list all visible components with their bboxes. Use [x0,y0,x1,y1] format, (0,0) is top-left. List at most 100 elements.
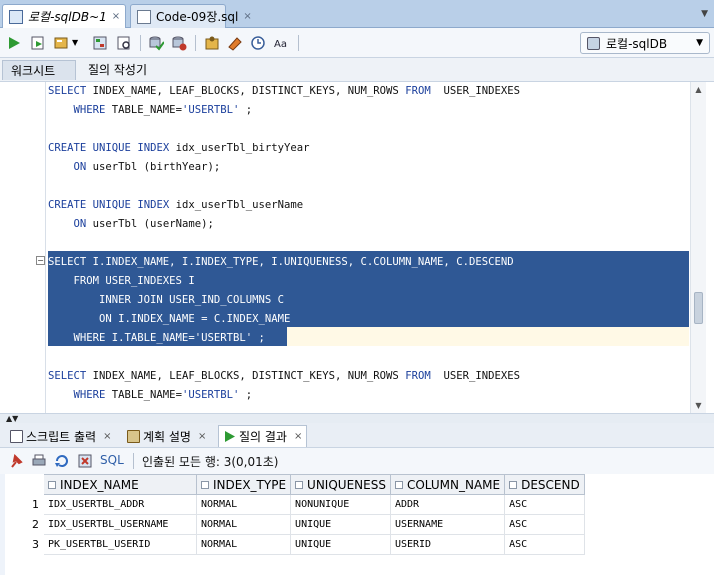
print-icon[interactable] [31,453,47,469]
run-statement-icon [225,431,235,442]
worksheet-toolbar: ▼ Aa 로컬-sqlDB ▼ [0,28,714,58]
dropdown-arrow-icon[interactable]: ▼ [72,38,78,47]
code-line[interactable]: SELECT INDEX_NAME, LEAF_BLOCKS, DISTINCT… [48,367,520,386]
close-icon[interactable]: × [243,11,251,22]
to-upper-lower-case-icon[interactable]: Aa [273,35,289,51]
tab-list-dropdown-icon[interactable]: ▼ [701,9,708,19]
commit-icon[interactable] [148,35,164,51]
cell-column-name[interactable]: USERID [389,534,506,555]
column-header-label: COLUMN_NAME [406,477,501,492]
code-line[interactable]: CREATE UNIQUE INDEX idx_userTbl_userName [48,196,303,215]
table-row[interactable]: 3 PK_USERTBL_USERID NORMAL UNIQUE USERID… [5,534,585,555]
explain-plan-icon [127,429,140,443]
table-row[interactable]: 1 IDX_USERTBL_ADDR NORMAL NONUNIQUE ADDR… [5,494,585,515]
database-icon [587,36,600,50]
sql-tuning-icon[interactable] [116,35,132,51]
tab-query-builder[interactable]: 질의 작성기 [80,60,155,80]
cell-column-name[interactable]: ADDR [389,494,506,515]
unshared-sql-icon[interactable] [204,35,220,51]
sql-worksheet-icon [9,9,23,24]
row-number: 2 [5,514,44,535]
code-line[interactable]: ON userTbl (userName); [48,215,214,234]
code-line[interactable]: CREATE UNIQUE INDEX idx_userTbl_birtyYea… [48,139,310,158]
scroll-up-icon[interactable]: ▲ [693,84,704,95]
close-icon[interactable]: × [103,431,111,442]
table-row[interactable]: 2 IDX_USERTBL_USERNAME NORMAL UNIQUE USE… [5,514,585,535]
column-header-index-type[interactable]: INDEX_TYPE [195,474,292,495]
autotrace-icon[interactable] [53,35,69,51]
tab-label: 계획 설명 [143,429,191,444]
cell-descend[interactable]: ASC [504,494,585,515]
column-header-uniqueness[interactable]: UNIQUENESS [290,474,391,495]
code-line[interactable]: ON userTbl (birthYear); [48,158,221,177]
cell-descend[interactable]: ASC [504,534,585,555]
column-header-column-name[interactable]: COLUMN_NAME [389,474,506,495]
scrollbar-thumb[interactable] [694,292,703,324]
column-header-index-name[interactable]: INDEX_NAME [43,474,197,495]
editor-mode-tabs: 워크시트 질의 작성기 [0,58,714,82]
code-line[interactable]: WHERE I.TABLE_NAME='USERTBL' ; [48,329,265,348]
cell-index-type[interactable]: NORMAL [195,494,292,515]
pin-icon[interactable] [8,453,24,469]
code-line[interactable]: SELECT I.INDEX_NAME, I.INDEX_TYPE, I.UNI… [48,253,514,272]
tab-query-result[interactable]: 질의 결과 × [218,425,308,447]
column-sort-icon [295,480,304,489]
row-number-header [5,474,44,495]
close-icon[interactable]: × [294,431,302,442]
code-line[interactable]: FROM USER_INDEXES I [48,272,195,291]
code-line[interactable]: WHERE TABLE_NAME='USERTBL' ; [48,101,253,120]
cell-index-type[interactable]: NORMAL [195,514,292,535]
row-number: 3 [5,534,44,555]
sql-history-icon[interactable] [250,35,266,51]
svg-text:Aa: Aa [274,39,287,50]
sql-link[interactable]: SQL [100,453,124,467]
cell-index-name[interactable]: IDX_USERTBL_ADDR [43,494,197,515]
column-header-descend[interactable]: DESCEND [504,474,585,495]
tab-code-09-sql[interactable]: Code-09장.sql × [130,4,252,28]
result-table: INDEX_NAME INDEX_TYPE UNIQUENESS COLUMN_… [5,474,585,555]
connection-select[interactable]: 로컬-sqlDB ▼ [580,32,710,54]
cell-index-name[interactable]: IDX_USERTBL_USERNAME [43,514,197,535]
cell-uniqueness[interactable]: UNIQUE [290,534,391,555]
code-line[interactable]: ON I.INDEX_NAME = C.INDEX_NAME [48,310,290,329]
refresh-icon[interactable] [54,453,70,469]
sql-editor[interactable]: − SELECT INDEX_NAME, LEAF_BLOCKS, DISTIN… [0,82,714,414]
splitter-arrows-icon[interactable]: ▲▼ [6,414,18,423]
column-header-label: UNIQUENESS [307,477,386,492]
explain-plan-icon[interactable] [92,35,108,51]
run-script-icon[interactable] [30,35,46,51]
sql-developer-window: 로컬-sqlDB~1 × Code-09장.sql × ▼ ▼ Aa 로컬-sq… [0,0,714,575]
editor-vertical-scrollbar[interactable]: ▲ ▼ [690,82,706,413]
code-line[interactable]: WHERE TABLE_NAME='USERTBL' ; [48,386,253,405]
cell-uniqueness[interactable]: NONUNIQUE [290,494,391,515]
toolbar-separator [298,35,299,51]
file-icon [137,9,151,24]
connection-value: 로컬-sqlDB [606,36,668,51]
document-tab-strip: 로컬-sqlDB~1 × Code-09장.sql × ▼ [0,0,714,28]
tab-worksheet[interactable]: 워크시트 [2,60,76,80]
run-statement-icon[interactable] [6,35,22,51]
tab-explain-plan[interactable]: 계획 설명 × [123,425,210,447]
cancel-query-icon[interactable] [77,453,93,469]
tab-worksheet-local-sqldb[interactable]: 로컬-sqlDB~1 × [2,4,126,28]
code-line[interactable]: SELECT INDEX_NAME, LEAF_BLOCKS, DISTINCT… [48,82,520,101]
close-icon[interactable]: × [198,431,206,442]
tab-label: Code-09장.sql [156,10,239,24]
cell-column-name[interactable]: USERNAME [389,514,506,535]
panel-splitter[interactable]: ▲▼ [0,414,714,423]
cell-index-name[interactable]: PK_USERTBL_USERID [43,534,197,555]
column-header-label: INDEX_TYPE [213,477,287,492]
close-icon[interactable]: × [112,11,120,22]
fold-collapse-icon[interactable]: − [36,256,45,265]
column-sort-icon [394,480,403,489]
cell-uniqueness[interactable]: UNIQUE [290,514,391,535]
scroll-down-icon[interactable]: ▼ [693,400,704,411]
query-result-grid[interactable]: INDEX_NAME INDEX_TYPE UNIQUENESS COLUMN_… [5,474,714,575]
rollback-icon[interactable] [171,35,187,51]
cell-index-type[interactable]: NORMAL [195,534,292,555]
tab-script-output[interactable]: 스크립트 출력 × [6,425,115,447]
column-sort-icon [509,480,518,489]
cell-descend[interactable]: ASC [504,514,585,535]
code-line[interactable]: INNER JOIN USER_IND_COLUMNS C [48,291,284,310]
clear-eraser-icon[interactable] [227,35,243,51]
